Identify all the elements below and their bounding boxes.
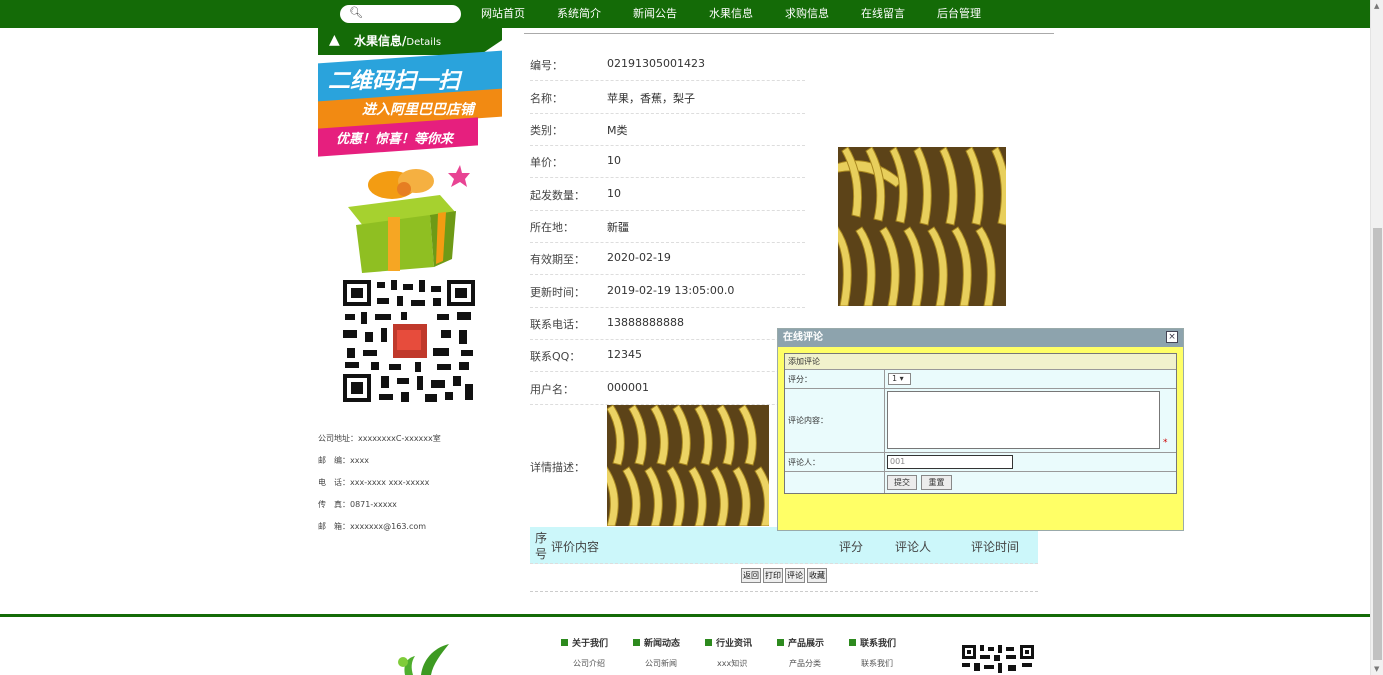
scroll-down-icon[interactable]: ▼ [1374, 665, 1379, 673]
favorite-button[interactable]: 收藏 [807, 568, 827, 583]
score-select[interactable]: 1 ▾ [888, 373, 911, 385]
promo-banner[interactable]: 二维码扫一扫 进入阿里巴巴店铺 优惠！惊喜！等你来 [318, 50, 502, 275]
content-row: 评论内容： * [785, 389, 1176, 453]
qr-code-image [341, 278, 477, 404]
detail-row: 起发数量： 10 [530, 179, 805, 211]
contact-phone: 电 话：xxx-xxxx xxx-xxxxx [318, 478, 430, 487]
detail-row: 名称： 苹果，香蕉，梨子 [530, 82, 805, 114]
promo-line-3: 优惠！惊喜！等你来 [336, 132, 454, 147]
detail-row: 更新时间： 2019-02-19 13:05:00.0 [530, 276, 805, 308]
promo-line-1: 二维码扫一扫 [328, 69, 461, 94]
main-nav: 网站首页 系统简介 新闻公告 水果信息 求购信息 在线留言 后台管理 [481, 0, 1013, 28]
submit-button[interactable]: 提交 [887, 475, 917, 490]
back-button[interactable]: 返回 [741, 568, 761, 583]
footer-link[interactable]: 关于我们 [572, 639, 608, 649]
print-button[interactable]: 打印 [763, 568, 783, 583]
score-row: 评分： 1 ▾ [785, 370, 1176, 389]
footer-col-news: 新闻动态 公司新闻 [633, 636, 705, 669]
scroll-up-icon[interactable]: ▲ [1374, 2, 1379, 10]
footer-sublink[interactable]: 产品分类 [777, 658, 849, 669]
form-section-title: 添加评论 [785, 354, 1176, 370]
detail-row: 联系QQ： 12345 [530, 340, 805, 372]
contact-info: 公司地址：xxxxxxxxC-xxxxxx室 邮 编：xxxx 电 话：xxx-… [318, 428, 508, 538]
nav-item-fruit[interactable]: 水果信息 [709, 0, 753, 28]
col-time: 评论时间 [971, 540, 1020, 554]
content-divider [524, 33, 1054, 34]
footer-qr-code [962, 645, 1034, 675]
detail-row: 单价： 10 [530, 146, 805, 178]
nav-item-news[interactable]: 新闻公告 [633, 0, 677, 28]
comment-table-header: 序号 评价内容 评分 评论人 评论时间 [530, 527, 1038, 564]
footer-sublink[interactable]: 公司新闻 [633, 658, 705, 669]
sidebar-title: 水果信息/Details [354, 34, 442, 48]
detail-row: 编号： 02191305001423 [530, 49, 805, 81]
detail-row: 类别： M类 [530, 114, 805, 146]
content-bottom-divider [530, 591, 1038, 592]
footer-divider [0, 614, 1370, 617]
product-image [838, 147, 1006, 306]
detail-row: 联系电话： 13888888888 [530, 308, 805, 340]
footer-col-about: 关于我们 公司介绍 [561, 636, 633, 669]
footer-logo [398, 644, 449, 675]
page: 🔍︎ 网站首页 系统简介 新闻公告 水果信息 求购信息 在线留言 后台管理 ▲ … [0, 0, 1383, 675]
footer-link[interactable]: 行业资讯 [716, 639, 752, 649]
col-user: 评论人 [895, 540, 932, 554]
required-mark: * [1163, 438, 1168, 448]
promo-line-2: 进入阿里巴巴店铺 [362, 102, 474, 118]
content-label: 评论内容： [785, 389, 885, 452]
score-label: 评分： [785, 370, 885, 388]
contact-address: 公司地址：xxxxxxxxC-xxxxxx室 [318, 434, 441, 443]
col-content: 评价内容 [551, 540, 600, 554]
nav-item-about[interactable]: 系统简介 [557, 0, 601, 28]
user-row: 评论人： 001 [785, 453, 1176, 472]
dialog-title: 在线评论 [778, 329, 1183, 347]
contact-email: 邮 箱：xxxxxxx@163.com [318, 522, 427, 531]
footer-col-industry: 行业资讯 xxx知识 [705, 636, 777, 669]
search-icon: 🔍︎ [349, 6, 363, 19]
comment-button[interactable]: 评论 [785, 568, 805, 583]
footer-sublink[interactable]: 联系我们 [849, 658, 921, 669]
col-score: 评分 [839, 540, 864, 554]
description-image [607, 405, 769, 526]
commenter-input[interactable]: 001 [887, 455, 1013, 469]
footer-link[interactable]: 产品展示 [788, 639, 824, 649]
nav-item-admin[interactable]: 后台管理 [937, 0, 981, 28]
button-row: 提交 重置 [785, 472, 1176, 493]
contact-fax: 传 真：0871-xxxxx [318, 500, 397, 509]
nav-item-home[interactable]: 网站首页 [481, 0, 525, 28]
footer-col-products: 产品展示 产品分类 [777, 636, 849, 669]
detail-row: 用户名： 000001 [530, 373, 805, 405]
sidebar-header: ▲ 水果信息/Details [318, 28, 502, 55]
comment-form: 添加评论 评分： 1 ▾ 评论内容： * 评论人： 001 提交 重置 [784, 353, 1177, 494]
nav-item-purchase[interactable]: 求购信息 [785, 0, 829, 28]
contact-postcode: 邮 编：xxxx [318, 456, 369, 465]
scrollbar-thumb[interactable] [1373, 228, 1382, 660]
description-label: 详情描述： [530, 461, 585, 474]
tree-icon: ▲ [329, 32, 340, 48]
gift-box-icon [348, 165, 470, 273]
action-buttons: 返回 打印 评论 收藏 [530, 568, 1038, 584]
search-input[interactable]: 🔍︎ [340, 5, 461, 23]
footer-col-contact: 联系我们 联系我们 [849, 636, 921, 669]
footer-sublink[interactable]: xxx知识 [705, 658, 777, 669]
close-icon[interactable]: × [1166, 331, 1178, 343]
footer-link[interactable]: 联系我们 [860, 639, 896, 649]
comment-dialog: 在线评论 × 添加评论 评分： 1 ▾ 评论内容： * 评论人： 001 提交 … [777, 328, 1184, 531]
reset-button[interactable]: 重置 [921, 475, 952, 490]
detail-row: 所在地： 新疆 [530, 211, 805, 243]
footer-sublink[interactable]: 公司介绍 [561, 658, 633, 669]
top-nav-bar: 🔍︎ 网站首页 系统简介 新闻公告 水果信息 求购信息 在线留言 后台管理 [0, 0, 1370, 28]
col-seq: 序号 [535, 531, 548, 561]
nav-item-message[interactable]: 在线留言 [861, 0, 905, 28]
vertical-scrollbar[interactable]: ▲ ▼ [1370, 0, 1383, 675]
user-label: 评论人： [785, 453, 885, 471]
comment-textarea[interactable] [887, 391, 1160, 449]
detail-row: 有效期至： 2020-02-19 [530, 243, 805, 275]
footer-link[interactable]: 新闻动态 [644, 639, 680, 649]
